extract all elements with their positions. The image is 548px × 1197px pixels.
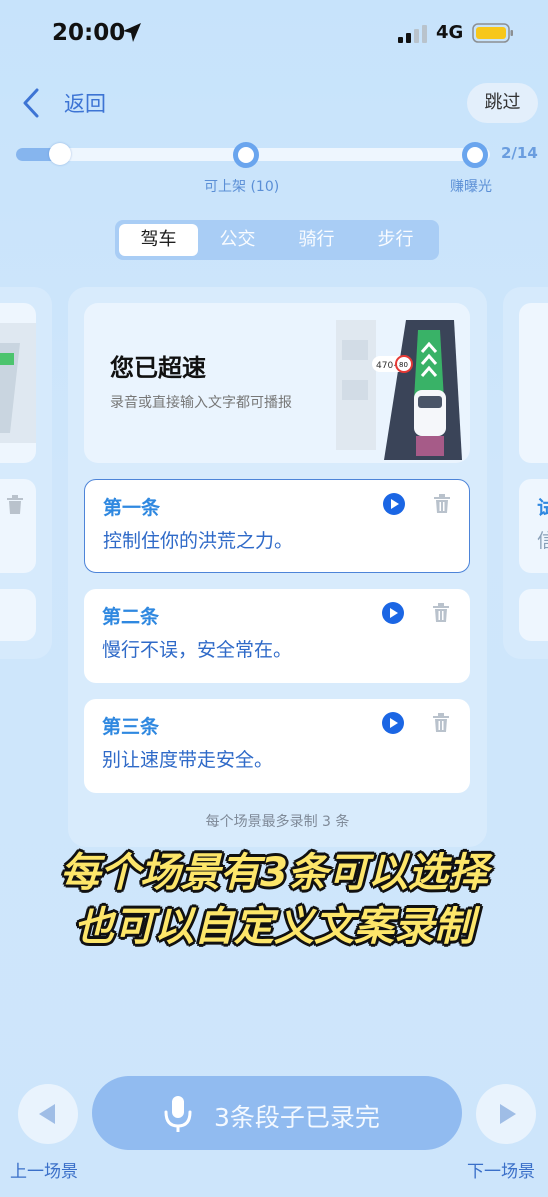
line-text: 慢行不误，安全常在。: [102, 639, 293, 661]
scene-subtitle: 录音或直接输入文字都可播报: [110, 395, 292, 411]
progress-count: 2/14: [501, 144, 538, 162]
line-number: 第二条: [102, 606, 160, 628]
network-type: 4G: [436, 22, 464, 43]
max-recordings-note: 每个场景最多录制 3 条: [205, 814, 350, 830]
milestone-shelf-marker: [233, 142, 259, 168]
mode-tabs: 驾车 公交 骑行 步行: [115, 220, 439, 260]
progress-knob: [49, 143, 71, 165]
milestone-exposure-marker: [462, 142, 488, 168]
prev-scene-line-card: [0, 589, 36, 641]
caption-line-1: 每个场景有3条可以选择: [60, 850, 488, 896]
line-number: 第一条: [103, 497, 161, 519]
back-chevron-icon[interactable]: [18, 86, 44, 120]
prev-scene-line-card: [0, 479, 36, 573]
prev-scene-label[interactable]: 上一场景: [10, 1157, 78, 1182]
tab-driving[interactable]: 驾车: [119, 224, 198, 256]
tab-bus[interactable]: 公交: [198, 224, 277, 256]
prev-scene-image: [0, 303, 36, 463]
play-icon[interactable]: [382, 602, 404, 624]
trash-icon: [7, 495, 23, 514]
triangle-right-icon: [500, 1104, 516, 1124]
line-number: 第三条: [102, 716, 160, 738]
microphone-icon: [164, 1096, 192, 1132]
next-scene-card[interactable]: 试 信: [503, 287, 548, 659]
skip-button[interactable]: 跳过: [467, 83, 538, 123]
next-scene-label[interactable]: 下一场景: [467, 1157, 535, 1182]
speed-limit-text: 80: [399, 361, 408, 369]
line-card-2[interactable]: 第二条 慢行不误，安全常在。: [84, 589, 470, 683]
status-time: 20:00: [52, 20, 126, 46]
record-button-label: 3条段子已录完: [214, 1103, 380, 1132]
next-scene-image: [519, 303, 548, 463]
location-arrow-icon: [123, 23, 141, 42]
battery-icon: [472, 23, 513, 43]
scene-title: 您已超速: [110, 354, 206, 382]
trash-icon[interactable]: [432, 603, 450, 623]
trash-icon[interactable]: [433, 494, 451, 514]
signal-icon: [398, 25, 427, 43]
line-card-3[interactable]: 第三条 别让速度带走安全。: [84, 699, 470, 793]
prev-scene-card[interactable]: [0, 287, 52, 659]
play-icon[interactable]: [382, 712, 404, 734]
next-scene-button[interactable]: [476, 1084, 536, 1144]
next-line-number: 试: [537, 497, 548, 519]
next-scene-line-card: 试 信: [519, 479, 548, 573]
milestone-shelf-label: 可上架 (10): [204, 179, 280, 195]
back-button[interactable]: 返回: [64, 88, 106, 118]
play-icon[interactable]: [383, 493, 405, 515]
line-card-1[interactable]: 第一条 控制住你的洪荒之力。: [84, 479, 470, 573]
triangle-left-icon: [39, 1104, 55, 1124]
speeding-car-illustration: 470+ 80: [336, 320, 462, 460]
line-text: 别让速度带走安全。: [102, 749, 274, 771]
tab-walking[interactable]: 步行: [356, 224, 435, 256]
caption-line-2: 也可以自定义文案录制: [74, 904, 474, 950]
status-bar: 20:00 4G: [0, 0, 548, 66]
next-scene-line-card: [519, 589, 548, 641]
trash-icon[interactable]: [432, 713, 450, 733]
milestone-exposure-label: 赚曝光: [450, 179, 492, 195]
next-line-text: 信: [537, 530, 548, 552]
line-text: 控制住你的洪荒之力。: [103, 530, 294, 552]
prev-scene-button[interactable]: [18, 1084, 78, 1144]
tab-cycling[interactable]: 骑行: [277, 224, 356, 256]
